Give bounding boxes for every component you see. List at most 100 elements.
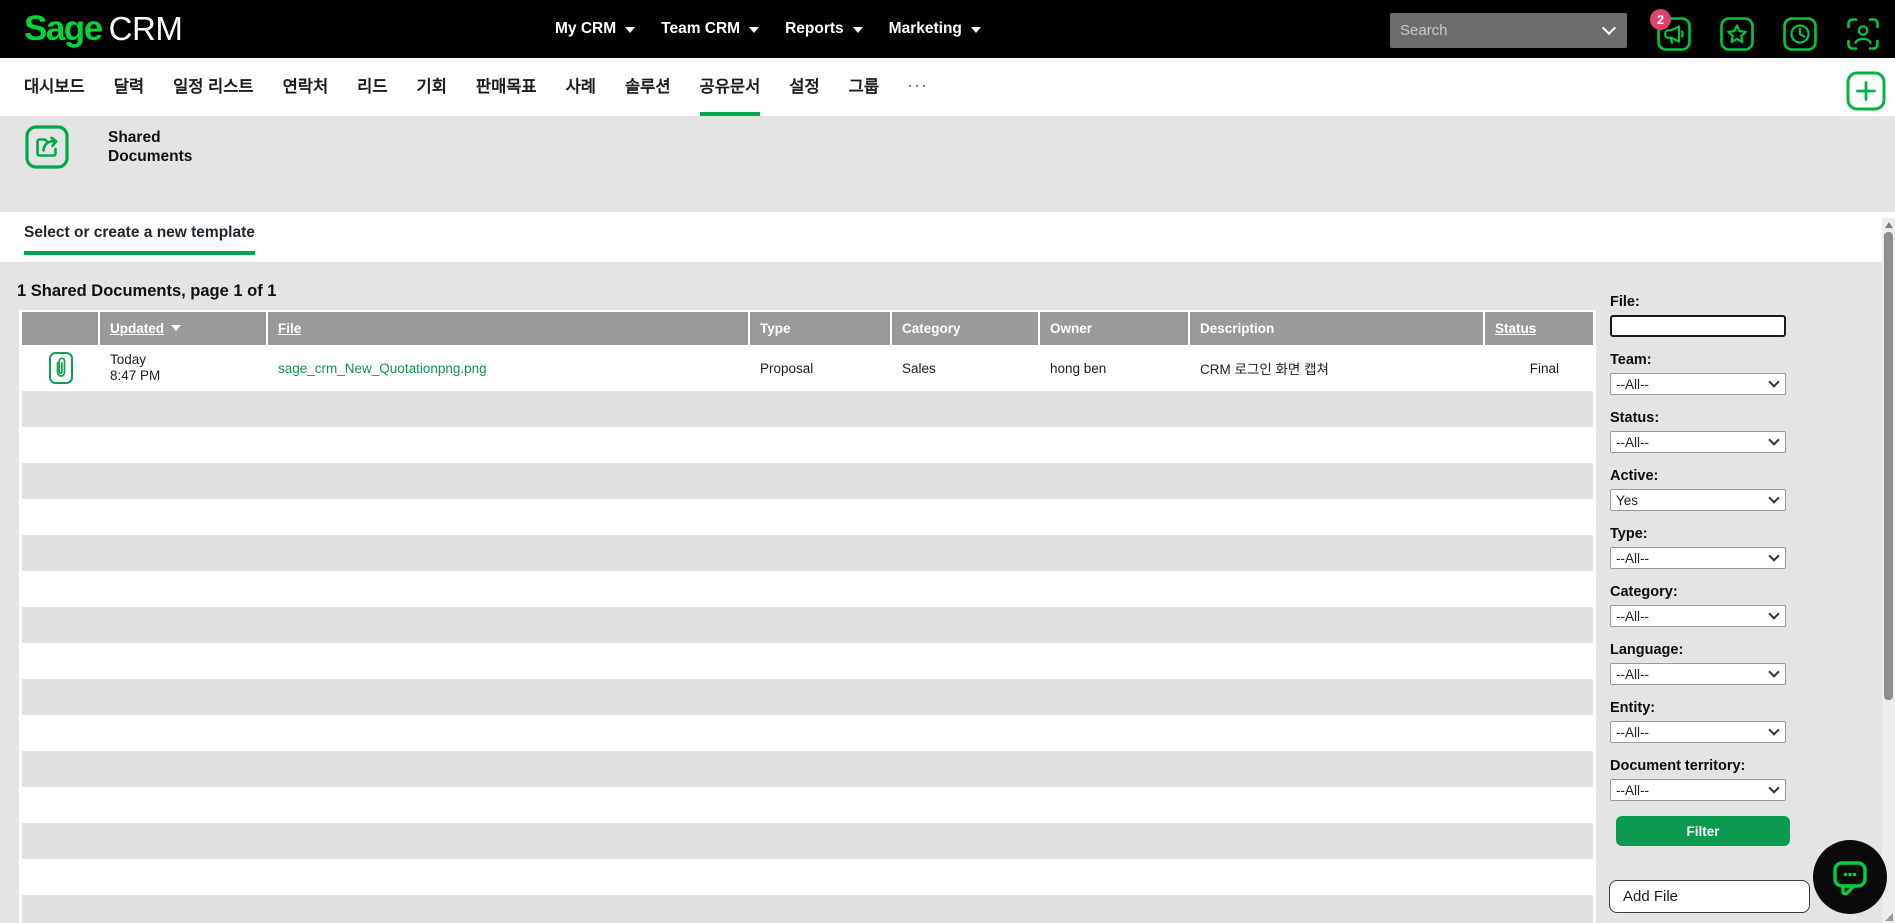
file-filter-input[interactable]	[1610, 315, 1786, 337]
nav-marketing-label: Marketing	[888, 20, 962, 37]
document-territory-filter: --All--	[1610, 779, 1786, 801]
team-filter: --All--	[1610, 373, 1786, 395]
category-filter: --All--	[1610, 605, 1786, 627]
document-territory-filter-select[interactable]: --All--	[1610, 779, 1786, 801]
top-navigation: My CRM Team CRM Reports Marketing	[555, 0, 981, 58]
tab-calendar[interactable]: 달력	[99, 58, 158, 116]
page-title-line1: Shared	[108, 129, 161, 146]
main-tab-bar: 대시보드 달력 일정 리스트 연락처 리드 기회 판매목표 사례 솔루션 공유문…	[0, 58, 1895, 116]
topbar-icon-group: 2	[1650, 9, 1881, 52]
column-header-type[interactable]: Type	[750, 312, 892, 345]
owner-cell: hong ben	[1050, 360, 1107, 376]
tab-opportunities[interactable]: 기회	[402, 58, 461, 116]
add-file-button[interactable]: Add File	[1609, 880, 1810, 913]
scroll-up-arrow-icon[interactable]	[1884, 222, 1893, 228]
tab-select-template[interactable]: Select or create a new template	[24, 224, 255, 255]
type-filter: --All--	[1610, 547, 1786, 569]
language-filter-label: Language:	[1610, 642, 1684, 658]
column-header-owner[interactable]: Owner	[1040, 312, 1190, 345]
updated-cell: Today 8:47 PM	[110, 352, 161, 383]
grid-header-row: Updated File Type Category Owner Descrip…	[22, 312, 1593, 345]
description-cell: CRM 로그인 화면 캡쳐	[1200, 362, 1329, 377]
file-link[interactable]: sage_crm_New_Quotationpng.png	[278, 361, 487, 376]
search-dropdown-chevron-icon[interactable]	[1601, 20, 1617, 36]
chevron-down-icon	[625, 27, 636, 33]
chat-bubble-icon	[1833, 861, 1867, 896]
page-title: Shared Documents	[108, 128, 192, 166]
tab-forecasts[interactable]: 판매목표	[461, 58, 551, 116]
nav-team-crm[interactable]: Team CRM	[661, 20, 760, 38]
top-bar: Sage CRM My CRM Team CRM Reports Marketi…	[0, 0, 1895, 58]
plus-icon	[1846, 71, 1886, 111]
chevron-down-icon	[749, 27, 760, 33]
category-cell: Sales	[902, 360, 936, 376]
star-icon	[1720, 17, 1754, 51]
tab-cases[interactable]: 사례	[551, 58, 610, 116]
person-frame-icon	[1847, 18, 1879, 50]
filter-button[interactable]: Filter	[1616, 816, 1790, 846]
tab-dashboard[interactable]: 대시보드	[24, 58, 99, 116]
shared-documents-grid: Updated File Type Category Owner Descrip…	[19, 310, 1596, 923]
search-input[interactable]	[1390, 22, 1604, 39]
team-filter-label: Team:	[1610, 352, 1652, 368]
tab-list: 대시보드 달력 일정 리스트 연락처 리드 기회 판매목표 사례 솔루션 공유문…	[0, 58, 1895, 116]
tab-settings[interactable]: 설정	[775, 58, 834, 116]
add-tab-button[interactable]	[1845, 70, 1887, 112]
column-header-updated[interactable]: Updated	[100, 312, 268, 345]
team-filter-select[interactable]: --All--	[1610, 373, 1786, 395]
nav-marketing[interactable]: Marketing	[889, 20, 981, 38]
status-filter-select[interactable]: --All--	[1610, 431, 1786, 453]
nav-team-crm-label: Team CRM	[661, 20, 741, 37]
column-header-file[interactable]: File	[268, 312, 750, 345]
column-header-category[interactable]: Category	[892, 312, 1040, 345]
attachment-cell	[22, 345, 100, 391]
table-row: Today 8:47 PM sage_crm_New_Quotationpng.…	[22, 345, 1593, 391]
nav-reports-label: Reports	[785, 20, 844, 37]
scrollbar-thumb[interactable]	[1884, 232, 1893, 700]
favorites-button[interactable]	[1719, 16, 1755, 52]
status-filter-label: Status:	[1610, 410, 1660, 426]
document-territory-filter-label: Document territory:	[1610, 758, 1746, 774]
tab-leads[interactable]: 리드	[343, 58, 402, 116]
tab-more[interactable]: ···	[894, 58, 944, 116]
paperclip-icon[interactable]	[48, 351, 74, 385]
empty-grid-rows	[22, 391, 1593, 923]
language-filter: --All--	[1610, 663, 1786, 685]
entity-filter-select[interactable]: --All--	[1610, 721, 1786, 743]
grid-summary: 1 Shared Documents, page 1 of 1	[17, 282, 277, 300]
sort-desc-icon	[171, 324, 181, 331]
tab-shared-documents[interactable]: 공유문서	[685, 58, 775, 116]
sage-crm-logo[interactable]: Sage CRM	[24, 9, 183, 49]
recent-button[interactable]	[1782, 16, 1818, 52]
resize-corner	[1885, 913, 1893, 921]
active-filter: Yes	[1610, 489, 1786, 511]
tab-solutions[interactable]: 솔루션	[611, 58, 686, 116]
tab-groups[interactable]: 그룹	[834, 58, 893, 116]
category-filter-label: Category:	[1610, 584, 1678, 600]
shared-documents-icon	[24, 124, 70, 170]
type-filter-label: Type:	[1610, 526, 1648, 542]
file-cell: sage_crm_New_Quotationpng.png	[268, 345, 750, 391]
status-filter: --All--	[1610, 431, 1786, 453]
page-header: Shared Documents	[0, 116, 1895, 212]
active-filter-select[interactable]: Yes	[1610, 489, 1786, 511]
nav-my-crm[interactable]: My CRM	[555, 20, 636, 38]
clock-icon	[1783, 17, 1817, 51]
template-band: Select or create a new template	[0, 212, 1895, 262]
search-box[interactable]	[1390, 13, 1627, 48]
tab-calendar-list[interactable]: 일정 리스트	[159, 58, 268, 116]
category-filter-select[interactable]: --All--	[1610, 605, 1786, 627]
status-cell: Final	[1529, 360, 1559, 376]
language-filter-select[interactable]: --All--	[1610, 663, 1786, 685]
profile-button[interactable]	[1845, 16, 1881, 52]
chat-assistant-button[interactable]	[1813, 840, 1887, 914]
column-header-description[interactable]: Description	[1190, 312, 1485, 345]
file-filter-label: File:	[1610, 294, 1640, 310]
tab-contacts[interactable]: 연락처	[268, 58, 343, 116]
type-filter-select[interactable]: --All--	[1610, 547, 1786, 569]
logo-sage-text: Sage	[24, 9, 103, 48]
nav-reports[interactable]: Reports	[785, 20, 863, 38]
column-header-status[interactable]: Status	[1485, 312, 1593, 345]
announcements-button[interactable]: 2	[1650, 9, 1692, 52]
vertical-scrollbar[interactable]	[1882, 218, 1895, 923]
